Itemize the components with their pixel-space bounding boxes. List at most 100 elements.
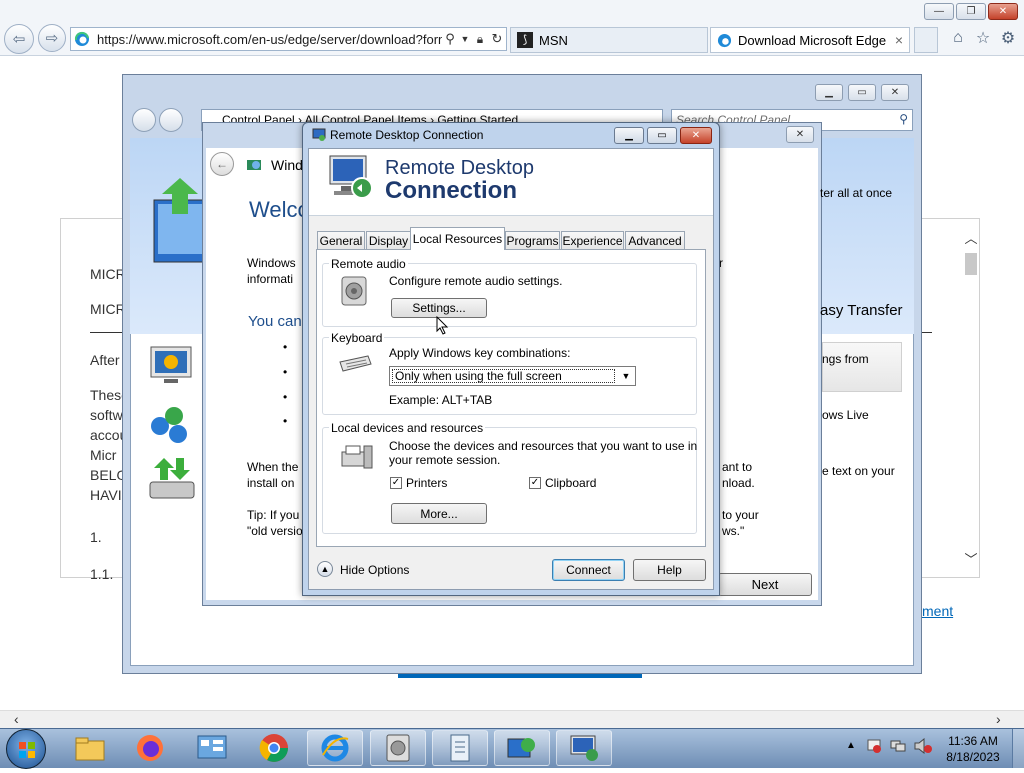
restore-button[interactable]: ❐ [956,3,986,20]
clock-date: 8/18/2023 [946,750,1000,764]
clock-time: 11:36 AM [948,734,998,748]
rdc-minimize-button[interactable]: ▁ [614,127,644,144]
mouse-cursor-icon [436,315,450,336]
hide-options-link[interactable]: Hide Options [340,563,409,577]
taskbar-audio-app[interactable] [370,730,426,766]
dropdown-icon[interactable]: ▼ [458,34,472,44]
minimize-button[interactable]: — [924,3,954,20]
address-bar[interactable]: https://www.microsoft.com/en-us/edge/ser… [70,27,507,51]
start-button[interactable] [6,729,46,769]
new-tab-button[interactable] [914,27,938,53]
et-subheading: You can [248,313,302,330]
tray-clock[interactable]: 11:36 AM 8/18/2023 [938,733,1008,765]
connect-button[interactable]: Connect [552,559,625,581]
tab-programs[interactable]: Programs [505,231,560,250]
show-desktop-button[interactable] [1012,729,1024,768]
forward-button[interactable]: ⇨ [38,24,66,52]
page-text-line: After [90,352,120,368]
clipboard-label: Clipboard [545,476,597,490]
tray-volume-muted-icon[interactable] [914,737,932,755]
page-text-line: HAVI [90,487,122,503]
cp-close-button[interactable]: ✕ [881,84,909,101]
rdc-maximize-button[interactable]: ▭ [647,127,677,144]
taskbar-remote-desktop[interactable] [556,730,612,766]
page-scrollbar[interactable]: ︿ ﹀ [962,228,980,568]
edge-favicon-icon [71,31,93,47]
more-button[interactable]: More... [391,503,487,524]
printers-checkbox[interactable]: ✓ [390,477,402,489]
document-icon [450,734,470,762]
scroll-up-icon[interactable]: ︿ [962,228,980,247]
cp-option-card[interactable] [822,342,902,392]
local-devices-label: Local devices and resources [329,421,486,435]
speaker-app-icon [386,734,410,762]
select-value: Only when using the full screen [392,369,615,383]
tray-expand-icon[interactable]: ▲ [846,740,856,751]
page-link[interactable]: ment [922,603,953,619]
clipboard-checkbox[interactable]: ✓ [529,477,541,489]
et-heading: Welco [249,197,310,222]
tab-general[interactable]: General [317,231,365,250]
search-icon[interactable]: ⚲ [442,31,458,47]
cp-search-icon[interactable]: ⚲ [899,112,908,126]
cp-text: ngs from [822,352,869,366]
favorites-star-icon[interactable]: ☆ [973,28,993,48]
audio-settings-button[interactable]: Settings... [391,298,487,318]
taskbar-firefox[interactable] [122,730,178,766]
cp-forward-icon[interactable] [159,108,184,132]
et-text: "old versio [247,524,303,538]
et-text: ant to [722,460,753,474]
cp-text: e text on your [822,464,895,478]
scroll-down-icon[interactable]: ﹀ [962,549,980,568]
firefox-icon [137,735,163,761]
tray-network-icon[interactable] [890,738,906,754]
next-button[interactable]: Next [718,573,812,596]
et-back-button[interactable]: ← [210,152,234,176]
et-bullet: • [283,390,288,404]
taskbar-explorer[interactable] [62,730,118,766]
tab-local-resources[interactable]: Local Resources [410,227,505,250]
page-text-line: MICR [90,301,126,317]
settings-gear-icon[interactable]: ⚙ [998,28,1018,48]
tab-msn[interactable]: ⟆ MSN [510,27,708,53]
tab-close-icon[interactable]: × [895,32,903,48]
hide-options-chevron-icon[interactable]: ▲ [317,561,333,577]
cp-back-icon[interactable] [132,108,156,132]
tray-flag-icon[interactable] [866,738,882,754]
remote-audio-description: Configure remote audio settings. [389,274,563,288]
users-network-icon [148,404,196,448]
cp-maximize-button[interactable]: ▭ [848,84,876,101]
taskbar-easy-transfer[interactable] [494,730,550,766]
windows-key-combination-select[interactable]: Only when using the full screen ▼ [389,366,636,386]
scroll-right-icon[interactable]: › [996,711,1001,727]
keyboard-example: Example: ALT+TAB [389,393,493,407]
rdc-banner-divider [309,215,713,216]
cp-minimize-button[interactable]: ▁ [815,84,843,101]
cp-nav-buttons[interactable] [132,108,188,132]
lock-icon[interactable]: 🔒︎ [472,32,488,47]
tab-label: MSN [539,32,568,48]
taskbar-chrome[interactable] [246,730,302,766]
chevron-down-icon[interactable]: ▼ [617,371,635,381]
taskbar-control-panel[interactable] [184,730,240,766]
scroll-left-icon[interactable]: ‹ [14,711,19,727]
close-button[interactable]: ✕ [988,3,1018,20]
internet-explorer-icon [321,734,349,762]
scroll-thumb[interactable] [965,253,977,275]
taskbar-document-app[interactable] [432,730,488,766]
home-icon[interactable]: ⌂ [948,28,968,48]
tab-display[interactable]: Display [366,231,411,250]
et-close-button[interactable]: ✕ [786,126,814,143]
back-button[interactable]: ⇦ [4,24,34,54]
taskbar-internet-explorer[interactable] [307,730,363,766]
help-button[interactable]: Help [633,559,706,581]
horizontal-scrollbar[interactable]: ‹ › [0,710,1024,728]
et-text: When the [247,460,299,474]
tab-download-edge[interactable]: Download Microsoft Edge × [710,27,910,53]
et-text: nload. [722,476,755,490]
tab-experience[interactable]: Experience [561,231,624,250]
rdc-close-button[interactable]: ✕ [680,127,712,144]
refresh-icon[interactable]: ↻ [488,31,506,47]
tab-advanced[interactable]: Advanced [625,231,685,250]
printer-devices-icon [338,442,374,472]
